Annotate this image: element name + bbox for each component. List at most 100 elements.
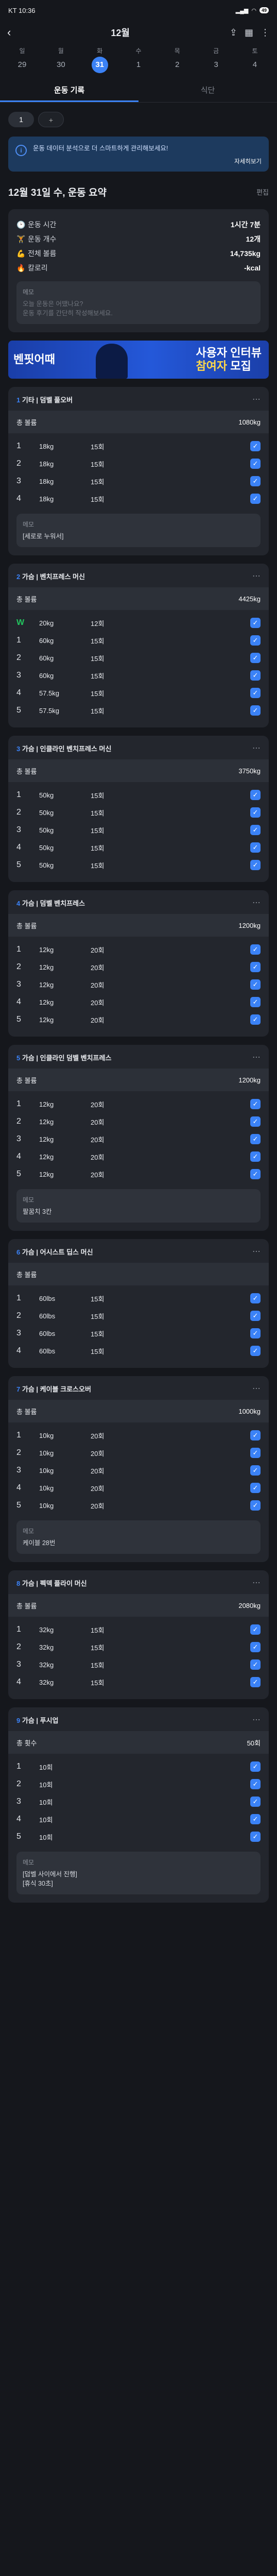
- exercise-title[interactable]: 5 가슴 | 인클라인 덤벨 벤치프레스: [16, 1053, 111, 1062]
- share-icon[interactable]: ⇪: [230, 27, 237, 38]
- exercise-number: 3: [16, 744, 21, 753]
- calendar-icon[interactable]: ▦: [245, 27, 253, 38]
- check-icon[interactable]: ✓: [250, 997, 261, 1007]
- check-icon[interactable]: ✓: [250, 1797, 261, 1807]
- memo-title: 메모: [23, 1196, 34, 1204]
- analysis-banner[interactable]: i 운동 데이터 분석으로 더 스마트하게 관리해보세요! 자세히보기: [8, 137, 269, 172]
- tab-workout[interactable]: 운동 기록: [0, 78, 138, 102]
- volume-label: 총 볼륨: [16, 595, 37, 603]
- check-icon[interactable]: ✓: [250, 1346, 261, 1356]
- volume-value: 1200kg: [238, 921, 261, 929]
- session-chip[interactable]: 1: [8, 112, 34, 127]
- more-icon[interactable]: ⋯: [252, 897, 261, 908]
- check-icon[interactable]: ✓: [250, 825, 261, 835]
- set-number: 1: [16, 1431, 21, 1439]
- check-icon[interactable]: ✓: [250, 1328, 261, 1338]
- check-icon[interactable]: ✓: [250, 1448, 261, 1458]
- day-29[interactable]: 일 29: [13, 46, 31, 73]
- set-number: 1: [16, 1762, 21, 1771]
- check-icon[interactable]: ✓: [250, 1659, 261, 1670]
- check-icon[interactable]: ✓: [250, 1311, 261, 1321]
- check-icon[interactable]: ✓: [250, 1134, 261, 1144]
- set-reps: 15회: [91, 1312, 105, 1320]
- check-icon[interactable]: ✓: [250, 842, 261, 853]
- exercise-memo[interactable]: 메모 [덤벨 사이에서 진행] [휴식 30초]: [16, 1852, 261, 1894]
- check-icon[interactable]: ✓: [250, 807, 261, 818]
- day-1[interactable]: 수1: [130, 46, 147, 73]
- check-icon[interactable]: ✓: [250, 1465, 261, 1476]
- memo-title: 메모: [23, 289, 34, 296]
- more-icon[interactable]: ⋯: [252, 571, 261, 581]
- more-icon[interactable]: ⋯: [252, 1246, 261, 1257]
- check-icon[interactable]: ✓: [250, 1761, 261, 1772]
- ad-banner[interactable]: 벤핏어때 사용자 인터뷰 참여자 모집: [8, 341, 269, 379]
- month-title[interactable]: 12월: [111, 26, 130, 39]
- exercise-memo[interactable]: 메모 팔꿈치 3칸: [16, 1189, 261, 1223]
- check-icon[interactable]: ✓: [250, 1677, 261, 1687]
- exercise-title[interactable]: 7 가슴 | 케이블 크로스오버: [16, 1384, 91, 1394]
- exercise-title[interactable]: 4 가슴 | 덤벨 벤치프레스: [16, 898, 85, 908]
- check-icon[interactable]: ✓: [250, 1483, 261, 1493]
- check-icon[interactable]: ✓: [250, 476, 261, 486]
- exercise-title[interactable]: 8 가슴 | 펙덱 플라이 머신: [16, 1578, 87, 1588]
- exercise-title[interactable]: 6 가슴 | 어시스트 딥스 머신: [16, 1247, 93, 1257]
- more-icon[interactable]: ⋯: [252, 1383, 261, 1394]
- check-icon[interactable]: ✓: [250, 979, 261, 990]
- exercise-memo[interactable]: 메모 케이블 28번: [16, 1520, 261, 1554]
- check-icon[interactable]: ✓: [250, 944, 261, 955]
- check-icon[interactable]: ✓: [250, 1099, 261, 1109]
- exercise-title[interactable]: 1 기타 | 덤벨 풀오버: [16, 395, 73, 404]
- banner-link[interactable]: 자세히보기: [15, 157, 262, 165]
- check-icon[interactable]: ✓: [250, 653, 261, 663]
- check-icon[interactable]: ✓: [250, 1430, 261, 1440]
- check-icon[interactable]: ✓: [250, 459, 261, 469]
- check-icon[interactable]: ✓: [250, 1151, 261, 1162]
- edit-button[interactable]: 편집: [256, 187, 269, 197]
- more-icon[interactable]: ⋮: [261, 27, 270, 38]
- exercise-title[interactable]: 9 가슴 | 푸시업: [16, 1715, 59, 1725]
- summary-memo[interactable]: 메모 오늘 운동은 어땠나요? 운동 후기를 간단히 작성해보세요.: [16, 281, 261, 324]
- check-icon[interactable]: ✓: [250, 1779, 261, 1789]
- check-icon[interactable]: ✓: [250, 1014, 261, 1025]
- check-icon[interactable]: ✓: [250, 618, 261, 628]
- day-2[interactable]: 목2: [168, 46, 186, 73]
- more-icon[interactable]: ⋯: [252, 1052, 261, 1062]
- check-icon[interactable]: ✓: [250, 688, 261, 698]
- check-icon[interactable]: ✓: [250, 1832, 261, 1842]
- day-name: 목: [174, 47, 180, 55]
- day-31[interactable]: 화 31: [91, 46, 109, 73]
- set-weight: 10회: [39, 1816, 53, 1824]
- day-30[interactable]: 월 30: [52, 46, 70, 73]
- top-bar: ‹ 12월 ⇪ ▦ ⋮: [0, 21, 277, 44]
- day-4[interactable]: 토4: [246, 46, 264, 73]
- check-icon[interactable]: ✓: [250, 1116, 261, 1127]
- check-icon[interactable]: ✓: [250, 790, 261, 800]
- summary-row: 🔥 칼로리 -kcal: [16, 261, 261, 275]
- add-session-button[interactable]: +: [38, 112, 64, 127]
- check-icon[interactable]: ✓: [250, 1642, 261, 1652]
- check-icon[interactable]: ✓: [250, 494, 261, 504]
- check-icon[interactable]: ✓: [250, 670, 261, 681]
- exercise-title[interactable]: 2 가슴 | 벤치프레스 머신: [16, 571, 85, 581]
- more-icon[interactable]: ⋯: [252, 1715, 261, 1725]
- check-icon[interactable]: ✓: [250, 1814, 261, 1824]
- exercise-title[interactable]: 3 가슴 | 인클라인 벤치프레스 머신: [16, 743, 111, 753]
- exercise-memo[interactable]: 메모 [세로로 누워서]: [16, 514, 261, 547]
- check-icon[interactable]: ✓: [250, 635, 261, 646]
- check-icon[interactable]: ✓: [250, 1500, 261, 1511]
- check-icon[interactable]: ✓: [250, 441, 261, 451]
- volume-value: 4425kg: [238, 595, 261, 603]
- more-icon[interactable]: ⋯: [252, 743, 261, 753]
- check-icon[interactable]: ✓: [250, 1169, 261, 1179]
- check-icon[interactable]: ✓: [250, 1293, 261, 1303]
- back-icon[interactable]: ‹: [7, 26, 11, 39]
- check-icon[interactable]: ✓: [250, 1624, 261, 1635]
- tab-diet[interactable]: 식단: [138, 78, 277, 102]
- check-icon[interactable]: ✓: [250, 860, 261, 870]
- check-icon[interactable]: ✓: [250, 705, 261, 716]
- check-icon[interactable]: ✓: [250, 962, 261, 972]
- more-icon[interactable]: ⋯: [252, 1578, 261, 1588]
- more-icon[interactable]: ⋯: [252, 394, 261, 404]
- day-3[interactable]: 금3: [207, 46, 225, 73]
- volume-value: 2080kg: [238, 1601, 261, 1609]
